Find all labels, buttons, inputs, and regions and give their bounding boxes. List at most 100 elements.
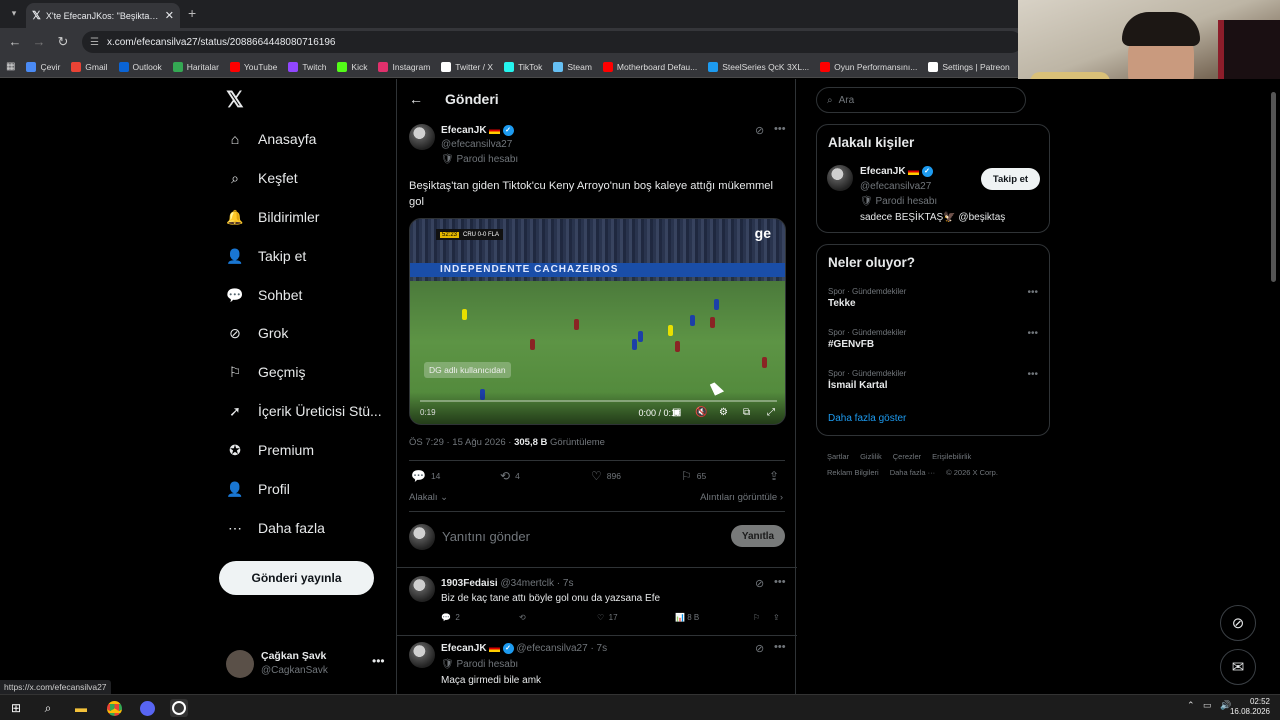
- like-button[interactable]: ♡ 17: [597, 613, 618, 622]
- captions-icon[interactable]: ▣: [672, 407, 681, 418]
- author-avatar[interactable]: [409, 124, 435, 150]
- footer-link[interactable]: Reklam Bilgileri: [827, 468, 879, 477]
- reply-submit-button[interactable]: Yanıtla: [731, 525, 785, 547]
- reload-icon[interactable]: ↻: [55, 34, 71, 50]
- apps-icon[interactable]: ▦: [6, 61, 15, 72]
- new-tab-icon[interactable]: +: [188, 5, 196, 21]
- footer-link[interactable]: Şartlar: [827, 452, 849, 461]
- tray-chevron-icon[interactable]: ⌃: [1187, 700, 1195, 711]
- nav-item-anasayfa[interactable]: ⌂ Anasayfa: [226, 127, 317, 151]
- nav-item-daha-fazla[interactable]: ⋯ Daha fazla: [226, 516, 325, 540]
- bookmark-item[interactable]: Instagram: [378, 61, 430, 72]
- bookmark-item[interactable]: Steam: [553, 61, 592, 72]
- post-timestamp[interactable]: ÖS 7:29 · 15 Ağu 2026 ·: [409, 437, 514, 448]
- author-name[interactable]: EfecanJK ✓: [441, 125, 514, 136]
- follow-button[interactable]: Takip et: [981, 168, 1040, 190]
- bookmark-item[interactable]: Haritalar: [172, 61, 219, 72]
- like-button[interactable]: ♡ 896: [591, 469, 621, 483]
- more-options-icon[interactable]: •••: [774, 641, 786, 653]
- page-scrollbar[interactable]: [1271, 92, 1276, 282]
- bookmark-item[interactable]: Çevir: [26, 61, 60, 72]
- share-button[interactable]: ⇪: [769, 469, 784, 483]
- repost-button[interactable]: ⟲ 4: [500, 469, 520, 483]
- trend-item[interactable]: Spor · Gündemdekiler İsmail Kartal •••: [828, 369, 1038, 391]
- grok-icon[interactable]: ⊘: [1220, 605, 1256, 641]
- more-options-icon[interactable]: •••: [372, 654, 385, 668]
- forward-icon[interactable]: →: [31, 34, 47, 50]
- who-name[interactable]: EfecanJK ✓: [860, 166, 933, 177]
- nav-item-i-çerik-üreticisi-stü-[interactable]: ➚ İçerik Üreticisi Stü...: [226, 399, 382, 423]
- grok-icon[interactable]: ⊘: [755, 642, 764, 655]
- back-icon[interactable]: ←: [7, 34, 23, 50]
- reply-avatar[interactable]: [409, 576, 435, 602]
- bookmark-item[interactable]: YouTube: [229, 61, 277, 72]
- trend-item[interactable]: Spor · Gündemdekiler Tekke •••: [828, 287, 1038, 309]
- account-switcher[interactable]: Çağkan Şavk @CagkanSavk •••: [226, 650, 386, 680]
- more-options-icon[interactable]: •••: [774, 123, 786, 135]
- who-handle[interactable]: @efecansilva27: [860, 181, 931, 192]
- footer-link[interactable]: Çerezler: [893, 452, 921, 461]
- nav-item-takip-et[interactable]: 👤 Takip et: [226, 244, 306, 268]
- more-options-icon[interactable]: •••: [774, 576, 786, 588]
- system-clock[interactable]: 02:52 16.08.2026: [1230, 697, 1270, 717]
- who-avatar[interactable]: [827, 165, 853, 191]
- bookmark-item[interactable]: Motherboard Defau...: [602, 61, 697, 72]
- site-info-icon[interactable]: ☰: [90, 37, 99, 48]
- trend-item[interactable]: Spor · Gündemdekiler #GENvFB •••: [828, 328, 1038, 350]
- x-logo-icon[interactable]: 𝕏: [226, 87, 244, 113]
- footer-link[interactable]: © 2026 X Corp.: [946, 468, 998, 477]
- messages-icon[interactable]: ✉: [1220, 649, 1256, 685]
- reply-author[interactable]: 1903Fedaisi @34mertclk · 7s: [441, 578, 573, 589]
- browser-tab[interactable]: 𝕏 X'te EfecanJKos: "Beşiktaş'tan giden ✕: [26, 3, 180, 28]
- post-button[interactable]: Gönderi yayınla: [219, 561, 374, 595]
- fullscreen-icon[interactable]: ⤢: [767, 407, 775, 418]
- discord-icon[interactable]: [138, 699, 156, 717]
- obs-icon[interactable]: [170, 699, 188, 717]
- footer-link[interactable]: Gizlilik: [860, 452, 882, 461]
- bookmark-item[interactable]: Gmail: [71, 61, 108, 72]
- reply-button[interactable]: 💬 2: [441, 613, 460, 622]
- nav-item-keşfet[interactable]: ⌕ Keşfet: [226, 166, 298, 190]
- reply-author[interactable]: EfecanJK ✓ @efecansilva27 · 7s: [441, 643, 607, 654]
- windows-start-icon[interactable]: ⊞: [7, 699, 25, 717]
- reply-button[interactable]: 💬 14: [411, 469, 440, 483]
- bookmark-item[interactable]: SteelSeries QcK 3XL...: [708, 61, 809, 72]
- sort-replies-dropdown[interactable]: Alakalı ⌄: [409, 492, 448, 503]
- bookmark-item[interactable]: Settings | Patreon: [928, 61, 1010, 72]
- settings-icon[interactable]: ⚙: [719, 407, 728, 418]
- bookmark-item[interactable]: Oyun Performansını...: [820, 61, 917, 72]
- search-box[interactable]: ⌕ Ara: [816, 87, 1026, 113]
- bookmark-item[interactable]: Twitter / X: [441, 61, 493, 72]
- reply-input[interactable]: Yanıtını gönder: [442, 529, 530, 544]
- more-options-icon[interactable]: •••: [1027, 328, 1038, 339]
- author-handle[interactable]: @efecansilva27: [441, 139, 512, 150]
- repost-button[interactable]: ⟲: [519, 613, 526, 622]
- network-icon[interactable]: ▭: [1203, 700, 1212, 711]
- nav-item-profil[interactable]: 👤 Profil: [226, 477, 290, 501]
- more-options-icon[interactable]: •••: [1027, 369, 1038, 380]
- nav-item-geçmiş[interactable]: ⚐ Geçmiş: [226, 360, 306, 384]
- views-button[interactable]: 📊 8 B: [675, 613, 699, 622]
- nav-item-grok[interactable]: ⊘ Grok: [226, 321, 288, 345]
- url-bar[interactable]: ☰ x.com/efecansilva27/status/20886644480…: [82, 31, 1022, 53]
- show-more-link[interactable]: Daha fazla göster: [828, 413, 906, 424]
- bookmark-item[interactable]: Twitch: [288, 61, 326, 72]
- grok-icon[interactable]: ⊘: [755, 577, 764, 590]
- bookmark-button[interactable]: ⚐: [753, 613, 760, 622]
- chrome-icon[interactable]: [105, 699, 123, 717]
- back-arrow-icon[interactable]: ←: [409, 91, 423, 107]
- mute-icon[interactable]: 🔇: [695, 407, 707, 418]
- share-button[interactable]: ⇪: [773, 613, 780, 622]
- grok-icon[interactable]: ⊘: [755, 124, 764, 137]
- video-player[interactable]: INDEPENDENTE CACHAZEIROS 52:23 CRU 0-0 FL…: [409, 218, 786, 425]
- footer-link[interactable]: Daha fazla ···: [890, 468, 935, 477]
- tab-search-icon[interactable]: ▾: [6, 5, 22, 21]
- pip-icon[interactable]: ⧉: [743, 407, 750, 418]
- video-progress-bar[interactable]: [420, 400, 777, 402]
- bookmark-item[interactable]: Kick: [337, 61, 367, 72]
- nav-item-premium[interactable]: ✪ Premium: [226, 438, 314, 462]
- bookmark-item[interactable]: TikTok: [504, 61, 542, 72]
- close-tab-icon[interactable]: ✕: [165, 9, 174, 22]
- view-quotes-link[interactable]: Alıntıları görüntüle ›: [700, 492, 783, 503]
- nav-item-bildirimler[interactable]: 🔔 Bildirimler: [226, 205, 319, 229]
